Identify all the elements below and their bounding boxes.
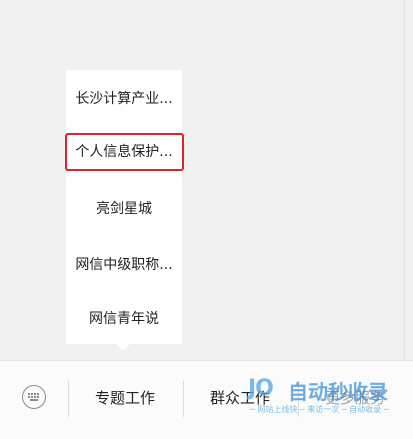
submenu-item-label: 网信青年说 — [89, 311, 159, 327]
highlight-annotation-box — [65, 133, 184, 171]
page-edge — [404, 0, 405, 360]
menu-tab-mass-work[interactable]: 群众工作 — [210, 387, 270, 408]
menu-tab-special-work[interactable]: 专题工作 — [95, 387, 155, 408]
submenu-item-intermediate-title[interactable]: 网信中级职称... — [66, 244, 182, 284]
menu-tab-more-services[interactable]: 更多服务 — [325, 387, 385, 408]
menu-divider — [183, 381, 184, 417]
keyboard-toggle-button[interactable] — [22, 385, 46, 409]
submenu-item-label: 亮剑星城 — [96, 201, 152, 217]
submenu-arrow — [116, 344, 130, 351]
keyboard-icon — [28, 393, 39, 401]
submenu-item-changsha-computing[interactable]: 长沙计算产业... — [66, 78, 182, 118]
submenu-item-youth-talk[interactable]: 网信青年说 — [66, 298, 182, 338]
submenu-item-liangjian-xingcheng[interactable]: 亮剑星城 — [66, 188, 182, 228]
menu-divider — [298, 381, 299, 417]
submenu-popup: 长沙计算产业... 个人信息保护... 亮剑星城 网信中级职称... 网信青年说 — [66, 70, 182, 344]
menu-divider — [68, 381, 69, 417]
submenu-item-label: 网信中级职称... — [75, 257, 173, 273]
bottom-menu-bar: 专题工作 群众工作 更多服务 — [0, 360, 413, 439]
submenu-item-label: 长沙计算产业... — [75, 91, 173, 107]
